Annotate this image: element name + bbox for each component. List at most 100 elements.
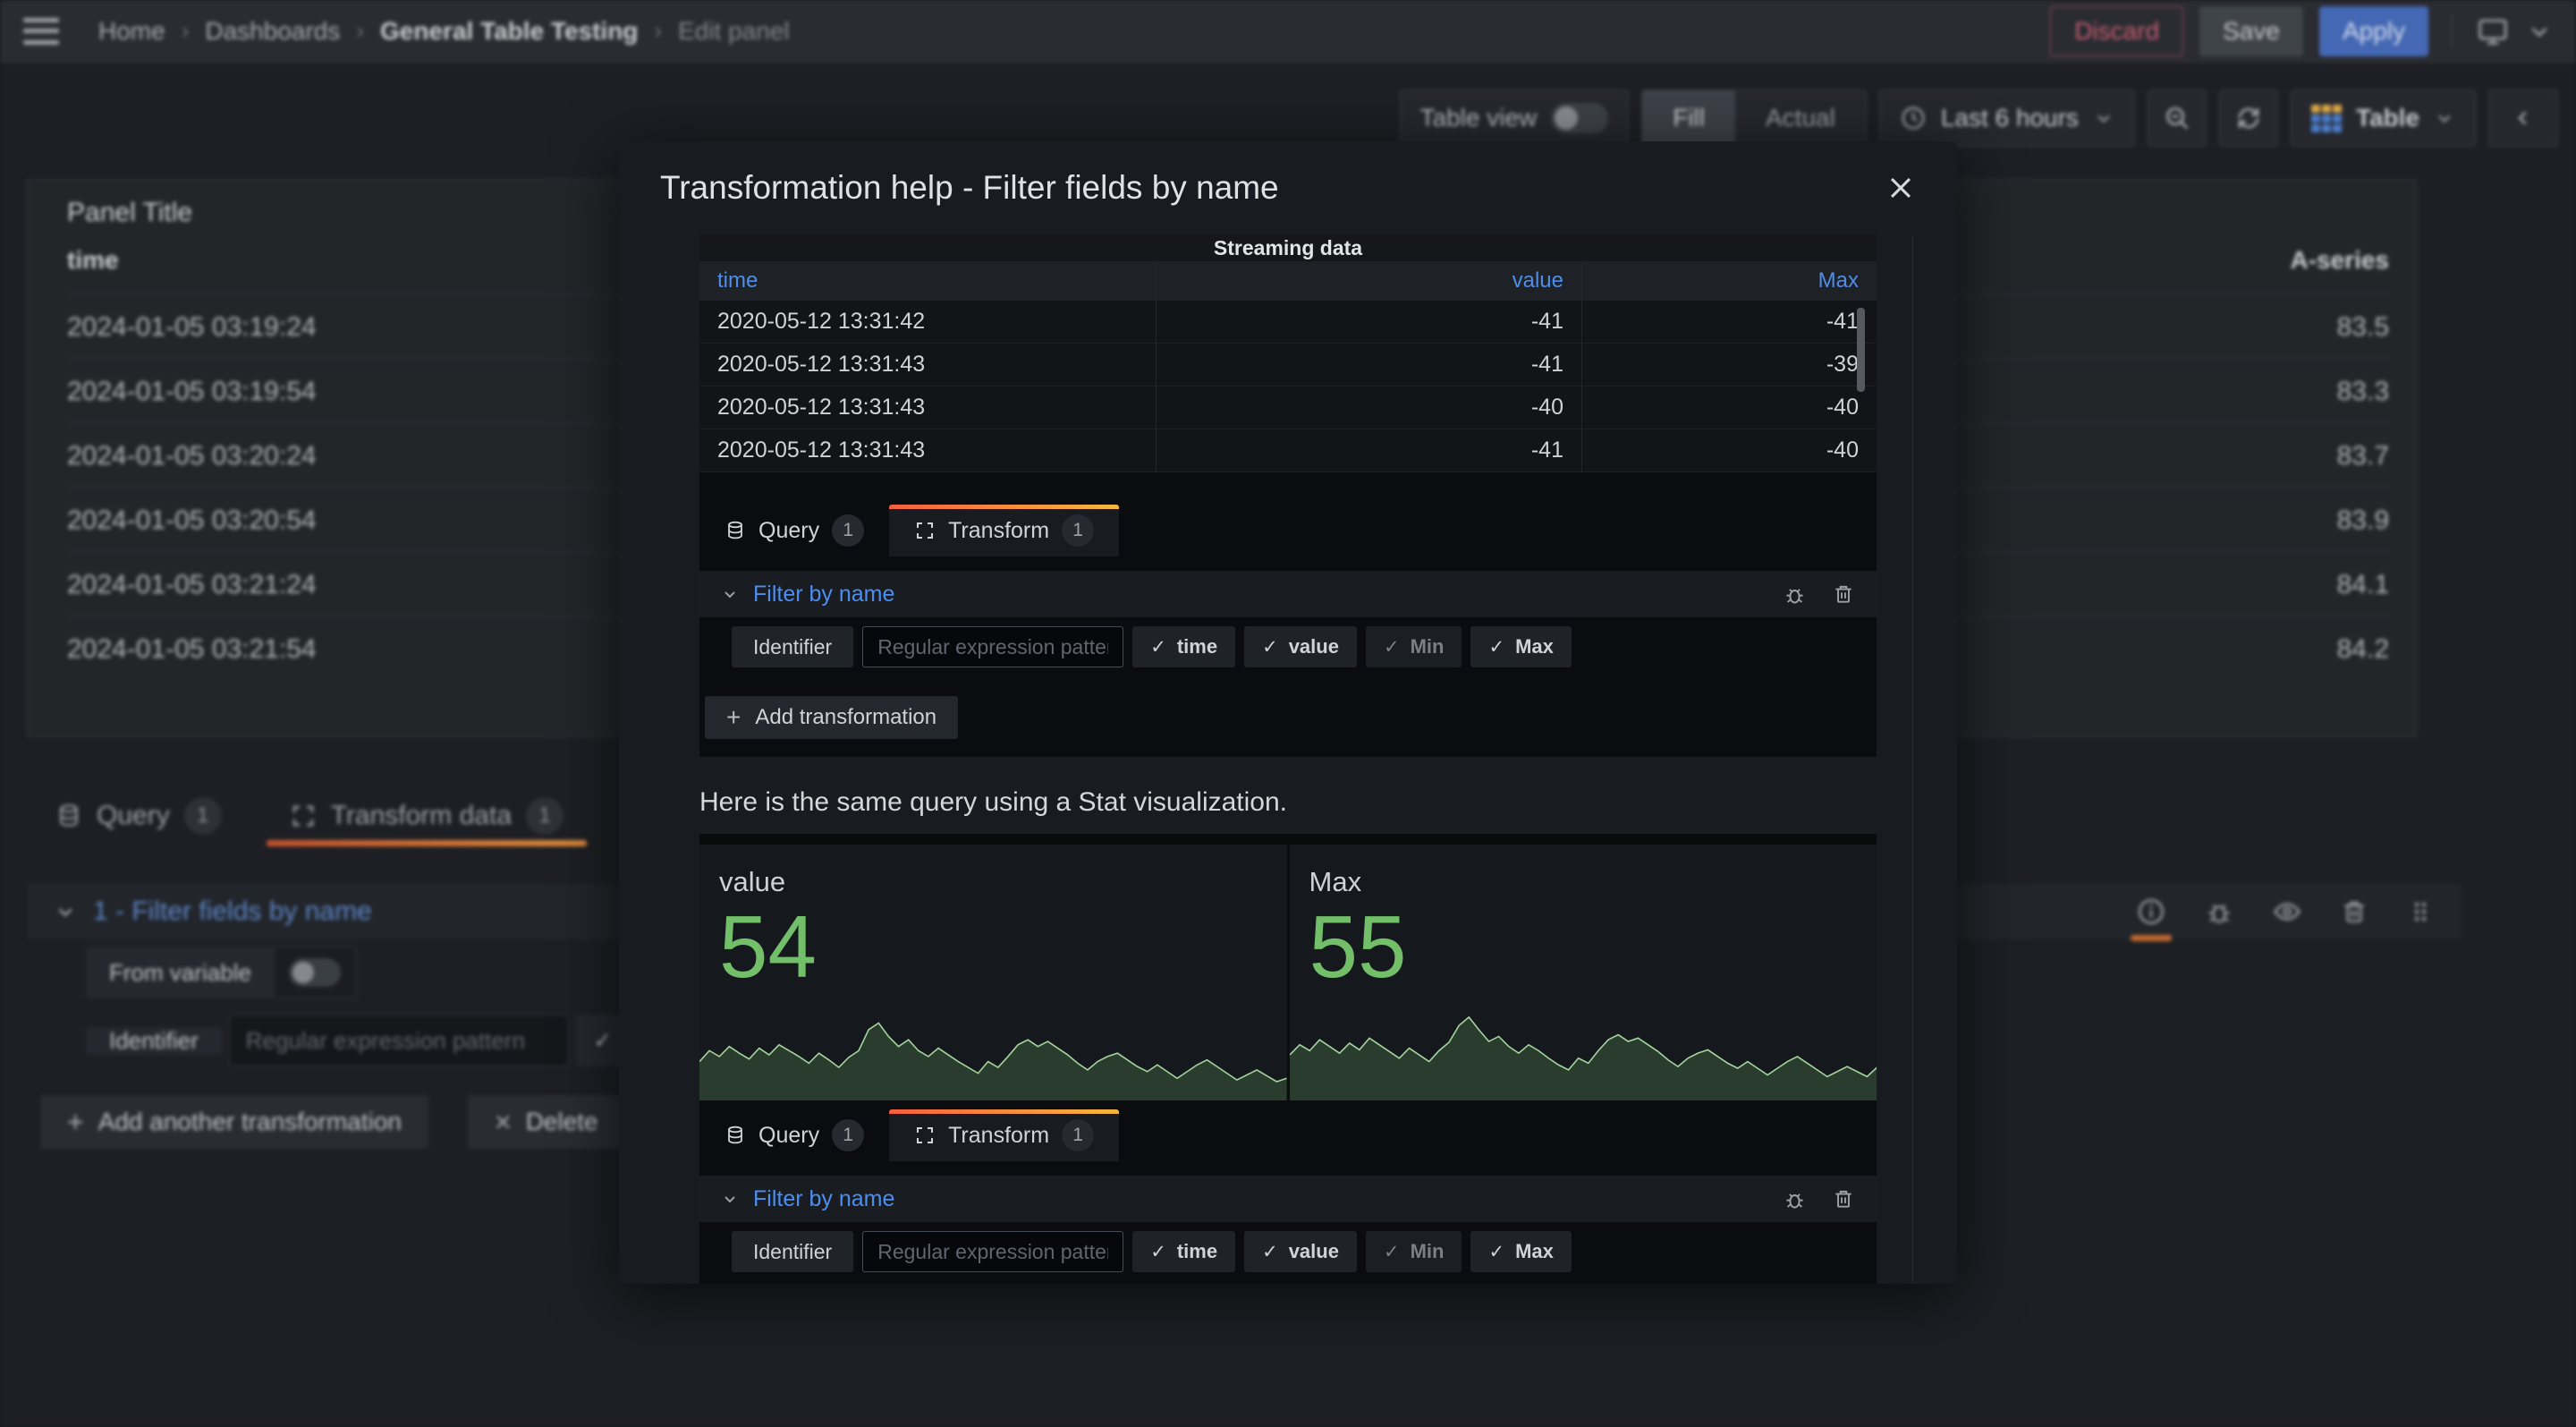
filter-title[interactable]: Filter by name [753,582,894,607]
breadcrumb-separator: › [356,17,364,45]
stat-value: 54 [719,902,1287,993]
filter-actions [1783,1187,1855,1211]
zoom-out-button[interactable] [2148,89,2207,147]
filter-by-name-row[interactable]: Filter by name [699,1176,1877,1222]
stat-caption: Here is the same query using a Stat visu… [699,787,1877,818]
identifier-input[interactable] [862,626,1123,667]
table-scrollbar-thumb[interactable] [1857,308,1865,392]
column-header-max[interactable]: Max [1582,261,1877,301]
breadcrumb-separator: › [182,17,190,45]
editor-buttons: + Add another transformation × Delete [40,1095,625,1149]
column-header-value[interactable]: value [1157,261,1582,301]
menu-icon[interactable] [23,18,59,45]
save-button[interactable]: Save [2199,6,2303,56]
breadcrumb-dashboard-name[interactable]: General Table Testing [380,17,638,46]
tab-transform-label: Transform data [331,801,512,831]
eye-icon[interactable] [2272,896,2302,927]
delete-transformations-button[interactable]: × Delete [468,1095,625,1149]
collapse-options-button[interactable] [2488,89,2558,147]
drag-handle-icon[interactable] [2406,897,2435,926]
close-icon[interactable] [1885,173,1916,203]
filter-by-name-row[interactable]: Filter by name [699,571,1877,617]
check-icon: ✓ [1150,1241,1166,1263]
tab-query[interactable]: Query 1 [699,505,889,556]
discard-button[interactable]: Discard [2050,6,2183,56]
plus-icon: + [67,1106,84,1139]
monitor-icon[interactable] [2476,14,2510,48]
actual-option[interactable]: Actual [1735,90,1866,146]
chevron-down-icon[interactable] [54,900,77,923]
clock-icon [1900,105,1927,132]
identifier-label: Identifier [732,626,853,667]
trash-icon[interactable] [2340,897,2368,926]
add-transformation-button[interactable]: + Add transformation [705,696,958,739]
breadcrumb-separator: › [654,17,662,45]
modal-body: Streaming data time value Max 2020-05-12… [619,234,1957,1284]
top-nav: Home › Dashboards › General Table Testin… [0,0,2576,63]
add-another-transformation-button[interactable]: + Add another transformation [40,1095,428,1149]
table-row: 2020-05-12 13:31:42-41-41 [699,301,1877,344]
field-pill-time[interactable]: ✓time [1132,626,1235,667]
time-range-picker[interactable]: Last 6 hours [1879,89,2135,147]
chevron-down-icon[interactable] [721,585,739,603]
apply-button[interactable]: Apply [2319,6,2428,56]
chevron-down-icon[interactable] [2526,18,2553,45]
identifier-field: Identifier ✓time ✓value ✓Min ✓Max [699,626,1877,667]
transform-icon [290,803,317,829]
tab-transform[interactable]: Transform 1 [889,505,1119,556]
field-pill-value[interactable]: ✓value [1244,1231,1357,1272]
viz-label: Table [2356,104,2419,132]
streaming-table-header: time value Max [699,261,1877,301]
breadcrumb-home[interactable]: Home [98,17,165,46]
identifier-input[interactable] [229,1015,569,1066]
field-pill-value[interactable]: ✓value [1244,626,1357,667]
chevron-down-icon[interactable] [721,1190,739,1208]
tab-transform-count: 1 [526,797,564,835]
database-icon [724,520,746,541]
check-icon: ✓ [1262,1241,1278,1263]
fill-option[interactable]: Fill [1642,90,1735,146]
refresh-button[interactable] [2219,89,2278,147]
database-icon [55,803,82,829]
column-header-time[interactable]: time [67,246,119,275]
debug-icon[interactable] [1783,1187,1807,1211]
tab-query[interactable]: Query 1 [55,791,222,841]
debug-icon[interactable] [1783,582,1807,607]
from-variable-toggle[interactable] [289,958,341,987]
transformation-actions [2136,896,2435,927]
field-pill-min[interactable]: ✓Min [1366,626,1462,667]
help-screenshot-stat: value 54 Max 55 [699,834,1877,1284]
debug-icon[interactable] [2204,896,2234,927]
from-variable-togglebox [275,947,357,998]
transformation-title[interactable]: 1 - Filter fields by name [93,896,372,927]
check-icon: ✓ [594,1028,612,1054]
table-viz-icon [2311,105,2342,132]
from-variable-label: From variable [86,947,275,998]
check-icon: ✓ [1262,636,1278,658]
info-icon[interactable] [2136,896,2166,927]
stat-label: value [719,866,1287,898]
table-view-label: Table view [1420,104,1538,132]
identifier-input[interactable] [862,1231,1123,1272]
field-pill-min[interactable]: ✓Min [1366,1231,1462,1272]
tab-transform-data[interactable]: Transform data 1 [290,791,564,841]
table-view-toggle[interactable] [1551,103,1608,133]
close-icon: × [495,1106,512,1139]
trash-icon[interactable] [1832,582,1855,607]
field-pill-time[interactable]: ✓time [1132,1231,1235,1272]
filter-title[interactable]: Filter by name [753,1186,894,1212]
tab-transform[interactable]: Transform 1 [889,1109,1119,1161]
tab-query-count: 1 [184,797,222,835]
visualization-picker[interactable]: Table [2291,89,2476,147]
trash-icon[interactable] [1832,1187,1855,1211]
tab-query[interactable]: Query 1 [699,1109,889,1161]
column-header-time[interactable]: time [699,261,1157,301]
field-pill-max[interactable]: ✓Max [1470,626,1571,667]
transformation-help-modal: Transformation help - Filter fields by n… [619,141,1957,1284]
sparkline-chart [1290,1007,1877,1100]
field-pill-max[interactable]: ✓Max [1470,1231,1571,1272]
modal-header: Transformation help - Filter fields by n… [619,141,1957,234]
help-tabs: Query 1 Transform 1 [699,505,1877,556]
column-header-a-series[interactable]: A-series [2290,246,2389,275]
breadcrumb-dashboards[interactable]: Dashboards [205,17,340,46]
